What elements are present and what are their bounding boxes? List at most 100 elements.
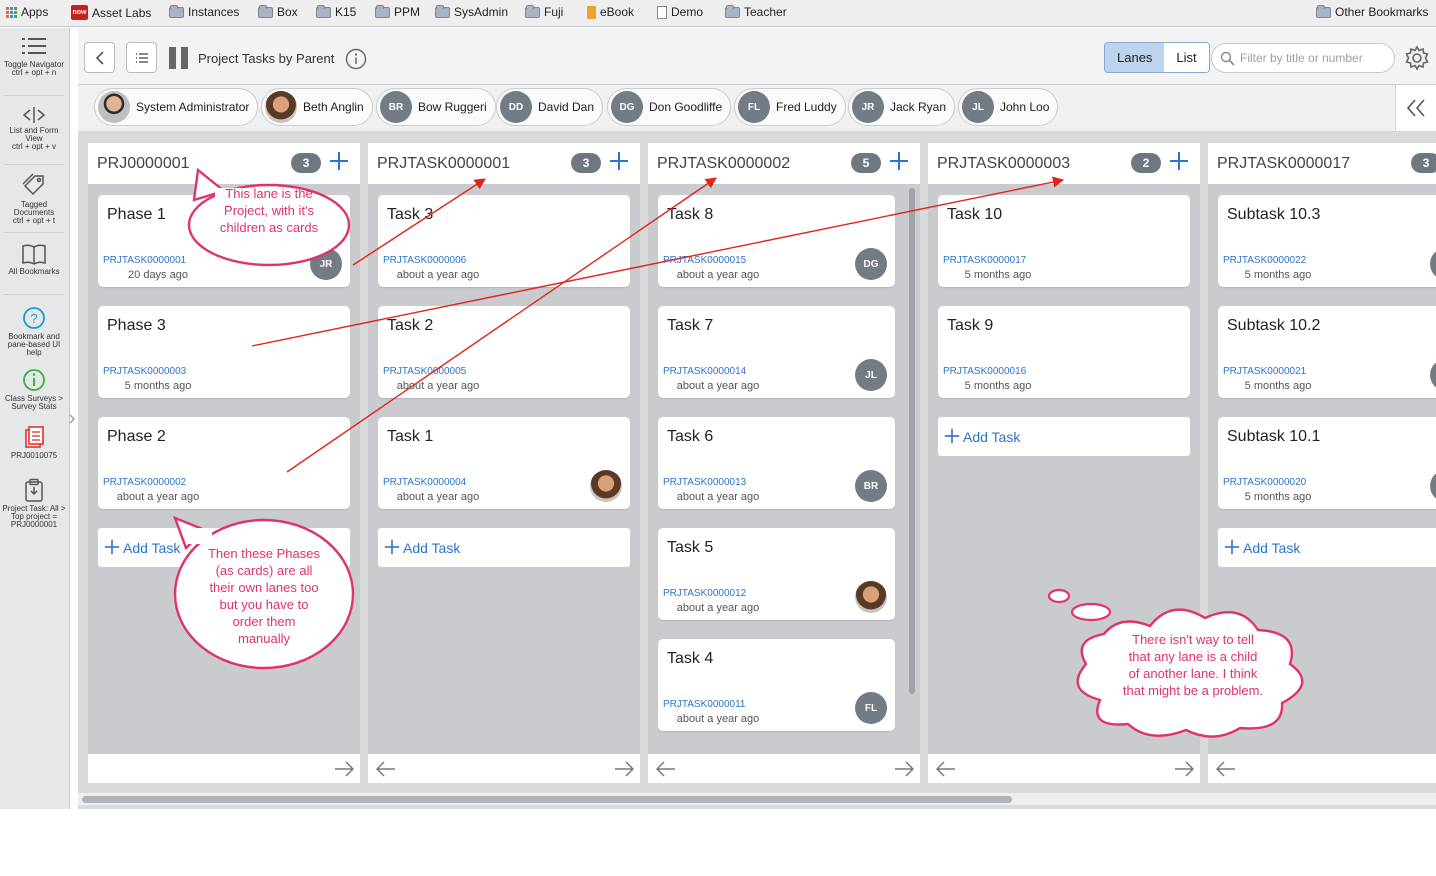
gear-icon[interactable] [1404, 45, 1430, 71]
bookmark-ppm[interactable]: PPM [375, 4, 420, 19]
lanes-view-button[interactable]: Lanes [1105, 43, 1165, 72]
card-number-link[interactable]: PRJTASK0000021 [1223, 366, 1306, 377]
task-card[interactable]: Phase 3 PRJTASK0000003 5 months ago [98, 306, 350, 398]
card-number-link[interactable]: PRJTASK0000020 [1223, 477, 1306, 488]
card-number-link[interactable]: PRJTASK0000005 [383, 366, 466, 377]
all-bookmarks-button[interactable]: All Bookmarks [0, 243, 68, 276]
collapse-panel-button[interactable] [1395, 85, 1436, 131]
card-count-badge: 3 [1411, 153, 1436, 173]
bookmark-fuji[interactable]: Fuji [525, 4, 563, 19]
toggle-navigator-button[interactable]: Toggle Navigator ctrl + opt + n [0, 36, 68, 77]
person-name: Beth Anglin [303, 100, 364, 114]
servicenow-icon: now [71, 5, 88, 20]
bookmark-demo[interactable]: Demo [657, 5, 703, 19]
annotation-line: children as cards [219, 220, 319, 235]
add-card-button[interactable] [1169, 151, 1191, 173]
list-menu-button[interactable] [126, 42, 157, 73]
person-filter-chip[interactable]: JR Jack Ryan [848, 88, 956, 126]
survey-stats-button[interactable]: Class Surveys > Survey Stats [0, 368, 68, 411]
rail-shortcut: ctrl + opt + t [12, 216, 56, 225]
person-filter-chip[interactable]: DG Don Goodliffe [607, 88, 732, 126]
lane-header: PRJTASK0000002 5 [648, 143, 920, 184]
divider [4, 164, 64, 165]
bookmark-k15[interactable]: K15 [316, 4, 356, 19]
arrow-left-icon[interactable] [376, 761, 396, 777]
bookmark-instances[interactable]: Instances [169, 4, 239, 19]
task-card[interactable]: Task 3 PRJTASK0000006 about a year ago [378, 195, 630, 287]
card-number-link[interactable]: PRJTASK0000011 [663, 699, 745, 710]
task-card[interactable]: Task 10 PRJTASK0000017 5 months ago [938, 195, 1190, 287]
ui-help-button[interactable]: ? Bookmark and pane-based UI help [0, 306, 68, 357]
task-card[interactable]: Subtask 10.3 PRJTASK0000022 5 months ago [1218, 195, 1436, 287]
arrow-right-icon[interactable] [1174, 761, 1194, 777]
person-filter-chip[interactable]: FL Fred Luddy [734, 88, 846, 126]
add-task-button[interactable]: Add Task [1218, 528, 1436, 567]
arrow-left-icon[interactable] [936, 761, 956, 777]
plus-icon-wrap [1224, 539, 1240, 560]
bookmark-box[interactable]: Box [258, 4, 298, 19]
add-task-label: Add Task [403, 540, 461, 556]
person-filter-chip[interactable]: System Administrator [94, 88, 259, 126]
info-icon[interactable] [345, 48, 367, 70]
lane-title: PRJ0000001 [97, 155, 190, 172]
add-task-button[interactable]: Add Task [378, 528, 630, 567]
task-card[interactable]: Task 5 PRJTASK0000012 about a year ago [658, 528, 895, 620]
task-card[interactable]: Task 1 PRJTASK0000004 about a year ago [378, 417, 630, 509]
tagged-documents-button[interactable]: Tagged Documents ctrl + opt + t [0, 172, 68, 225]
task-card[interactable]: Task 9 PRJTASK0000016 5 months ago [938, 306, 1190, 398]
card-number-link[interactable]: PRJTASK0000013 [663, 477, 746, 488]
arrow-right-icon[interactable] [614, 761, 634, 777]
card-number-link[interactable]: PRJTASK0000001 [103, 255, 186, 266]
task-card[interactable]: Subtask 10.2 PRJTASK0000021 5 months ago [1218, 306, 1436, 398]
card-number-link[interactable]: PRJTASK0000012 [663, 588, 746, 599]
person-filter-chip[interactable]: JL John Loo [958, 88, 1059, 126]
person-filter-chip[interactable]: Beth Anglin [261, 88, 373, 126]
arrow-right-icon[interactable] [894, 761, 914, 777]
project-task-bookmark-button[interactable]: Project Task: All > Top project = PRJ000… [0, 478, 68, 529]
person-filter-chip[interactable]: BR Bow Ruggeri [376, 88, 496, 126]
task-card[interactable]: Subtask 10.1 PRJTASK0000020 5 months ago [1218, 417, 1436, 509]
task-card[interactable]: Task 4 PRJTASK0000011 about a year ago FL [658, 639, 895, 731]
task-card[interactable]: Task 8 PRJTASK0000015 about a year ago DG [658, 195, 895, 287]
add-card-button[interactable] [889, 151, 911, 173]
card-number-link[interactable]: PRJTASK0000002 [103, 477, 186, 488]
card-title: Phase 1 [107, 206, 166, 223]
bookmark-other[interactable]: Other Bookmarks [1316, 4, 1428, 19]
bookmark-teacher[interactable]: Teacher [725, 4, 787, 19]
list-view-button[interactable]: List [1164, 43, 1209, 72]
card-number-link[interactable]: PRJTASK0000022 [1223, 255, 1306, 266]
card-number-link[interactable]: PRJTASK0000015 [663, 255, 746, 266]
board-scrollbar[interactable] [82, 796, 1012, 803]
card-number-link[interactable]: PRJTASK0000004 [383, 477, 466, 488]
card-number-link[interactable]: PRJTASK0000014 [663, 366, 746, 377]
card-number-link[interactable]: PRJTASK0000017 [943, 255, 1026, 266]
back-button[interactable] [84, 42, 115, 73]
rail-collapse-chevron-icon[interactable] [69, 414, 75, 424]
list-form-view-button[interactable]: List and Form View ctrl + opt + v [0, 106, 68, 151]
annotation-line: This lane is the [225, 186, 313, 201]
person-filter-chip[interactable]: DD David Dan [496, 88, 604, 126]
add-task-button[interactable]: Add Task [938, 417, 1190, 456]
task-card[interactable]: Task 7 PRJTASK0000014 about a year ago JL [658, 306, 895, 398]
arrow-left-icon[interactable] [1216, 761, 1236, 777]
bookmark-asset-labs[interactable]: now Asset Labs [71, 5, 151, 20]
pause-icon[interactable] [168, 46, 190, 70]
card-title: Task 3 [387, 206, 434, 223]
lane-scrollbar[interactable] [909, 188, 915, 694]
add-card-button[interactable] [329, 151, 351, 173]
prj-bookmark-button[interactable]: PRJ0010075 [0, 425, 68, 460]
filter-input[interactable] [1240, 48, 1390, 68]
card-number-link[interactable]: PRJTASK0000003 [103, 366, 186, 377]
task-card[interactable]: Task 2 PRJTASK0000005 about a year ago [378, 306, 630, 398]
card-number-link[interactable]: PRJTASK0000006 [383, 255, 466, 266]
arrow-left-icon[interactable] [656, 761, 676, 777]
add-card-button[interactable] [609, 151, 631, 173]
bookmark-sysadmin[interactable]: SysAdmin [435, 4, 508, 19]
bookmark-apps[interactable]: Apps [6, 5, 48, 19]
bookmark-ebook[interactable]: eBook [587, 5, 634, 19]
task-card[interactable]: Phase 2 PRJTASK0000002 about a year ago [98, 417, 350, 509]
arrow-right-icon[interactable] [334, 761, 354, 777]
card-number-link[interactable]: PRJTASK0000016 [943, 366, 1026, 377]
task-card[interactable]: Task 6 PRJTASK0000013 about a year ago BR [658, 417, 895, 509]
rail-shortcut: ctrl + opt + n [11, 68, 57, 77]
